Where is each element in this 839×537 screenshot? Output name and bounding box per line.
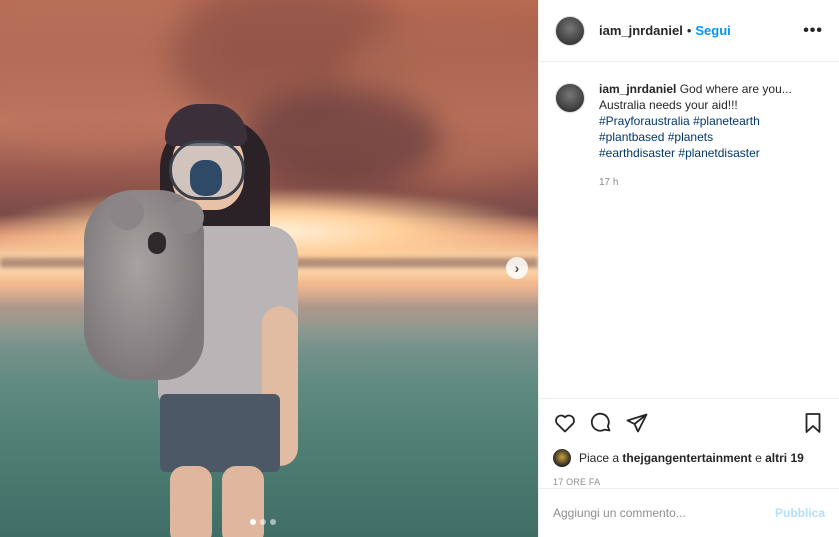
likes-prefix: Piace a — [579, 451, 620, 465]
follow-button[interactable]: Segui — [695, 23, 730, 38]
liker-username[interactable]: thejgangentertainment — [622, 451, 751, 465]
likes-others-link[interactable]: altri 19 — [765, 451, 804, 465]
likes-middle: e — [755, 451, 762, 465]
comment-icon[interactable] — [589, 411, 613, 435]
carousel-dot — [270, 519, 276, 525]
avatar[interactable] — [555, 15, 585, 46]
likes-summary: Piace a thejgangentertainment e altri 19 — [553, 449, 825, 467]
hashtag-link[interactable]: #Prayforaustralia — [599, 114, 690, 128]
smoke-cloud — [240, 90, 440, 190]
add-comment-bar: Pubblica — [539, 488, 839, 537]
koala-nose — [148, 232, 166, 254]
bookmark-icon[interactable] — [801, 411, 825, 435]
heart-icon[interactable] — [553, 411, 577, 435]
girl-leg — [170, 466, 212, 537]
header-username[interactable]: iam_jnrdaniel — [599, 23, 683, 38]
hashtag-link[interactable]: #planetearth — [693, 114, 760, 128]
carousel-dot-active — [250, 519, 256, 525]
more-horizontal-icon[interactable]: ••• — [803, 22, 823, 40]
action-bar: Piace a thejgangentertainment e altri 19… — [539, 398, 839, 487]
action-icons — [553, 407, 825, 439]
gas-mask-filter — [190, 160, 222, 196]
chevron-right-icon[interactable]: › — [506, 257, 528, 279]
liker-avatar[interactable] — [553, 449, 571, 467]
carousel-dots — [250, 519, 276, 525]
koala-ear — [110, 196, 144, 230]
post-photo[interactable]: › — [0, 0, 538, 537]
caption-username[interactable]: iam_jnrdaniel — [599, 82, 676, 96]
comments-area: iam_jnrdaniel God where are you... Austr… — [539, 63, 839, 397]
hashtag-link[interactable]: #plantbased — [599, 130, 664, 144]
hashtag-link[interactable]: #planets — [668, 130, 713, 144]
caption-row: iam_jnrdaniel God where are you... Austr… — [555, 81, 823, 161]
post-time-ago[interactable]: 17 ORE FA — [553, 477, 825, 487]
post-header: iam_jnrdaniel • Segui ••• — [539, 0, 839, 62]
avatar[interactable] — [555, 83, 585, 113]
hashtag-link[interactable]: #planetdisaster — [678, 146, 759, 160]
separator-dot: • — [686, 23, 692, 38]
caption: iam_jnrdaniel God where are you... Austr… — [599, 81, 809, 161]
caption-timestamp[interactable]: 17 h — [599, 177, 823, 188]
carousel-dot — [260, 519, 266, 525]
girl-shorts — [160, 394, 280, 472]
hashtag-link[interactable]: #earthdisaster — [599, 146, 675, 160]
comment-input[interactable] — [553, 506, 775, 520]
paper-plane-icon[interactable] — [625, 411, 649, 435]
girl-leg — [222, 466, 264, 537]
koala-ear — [170, 200, 204, 234]
publish-button[interactable]: Pubblica — [775, 506, 825, 520]
post-side-panel: iam_jnrdaniel • Segui ••• iam_jnrdaniel … — [538, 0, 839, 537]
